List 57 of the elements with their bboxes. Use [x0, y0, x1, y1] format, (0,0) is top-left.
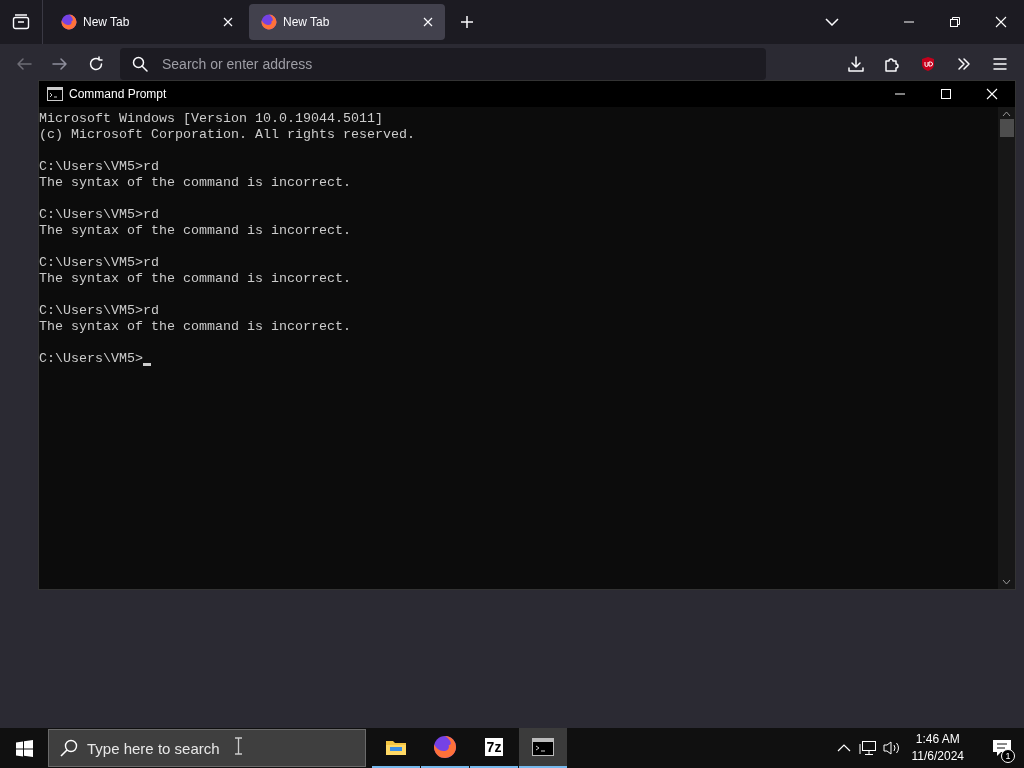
tab-list-chevron-icon: [825, 18, 839, 26]
scrollbar-thumb[interactable]: [999, 119, 1014, 137]
console-line: C:\Users\VM5>rd: [39, 255, 160, 271]
volume-icon: [882, 740, 901, 756]
search-icon: [132, 56, 148, 72]
taskbar-app-button[interactable]: [519, 728, 567, 768]
browser-tab[interactable]: New Tab: [49, 4, 245, 40]
puzzle-piece-icon: [884, 56, 900, 72]
new-tab-icon: [460, 15, 474, 29]
console-line: C:\Users\VM5>rd: [39, 207, 160, 223]
text-cursor: [143, 363, 151, 366]
console-line: The syntax of the command is incorrect.: [39, 271, 352, 287]
double-chevron-icon: [956, 56, 972, 72]
folder-icon: [385, 738, 407, 756]
network-icon: [858, 740, 877, 756]
firefox-icon: [61, 14, 77, 30]
close-icon: [995, 16, 1007, 28]
reload-icon: [88, 56, 104, 72]
address-bar[interactable]: Search or enter address: [120, 48, 766, 80]
forward-arrow-icon: [52, 56, 68, 72]
tab-close-icon[interactable]: [223, 17, 233, 27]
console-line: C:\Users\VM5>rd: [39, 303, 160, 319]
tab-overview-icon: [12, 14, 30, 30]
clock-date: 11/6/2024: [911, 748, 964, 765]
download-icon: [848, 56, 864, 72]
windows-logo-icon: [15, 739, 33, 757]
search-icon: [60, 739, 78, 757]
notification-count: 1: [1001, 749, 1015, 763]
taskbar-clock[interactable]: 1:46 AM 11/6/2024: [911, 731, 964, 765]
restore-icon: [949, 16, 961, 28]
console-line: The syntax of the command is incorrect.: [39, 223, 352, 239]
chevron-up-icon: [836, 744, 851, 752]
command-prompt-line: C:\Users\VM5>: [39, 351, 143, 367]
terminal-icon: [532, 738, 554, 756]
console-line: The syntax of the command is incorrect.: [39, 175, 352, 191]
taskbar-app-button[interactable]: 7z: [470, 728, 518, 768]
archiver-logo: 7z: [484, 738, 504, 756]
maximize-icon: [940, 88, 952, 100]
mouse-ibeam-cursor-icon: [234, 737, 243, 755]
window-title: Command Prompt: [69, 87, 168, 101]
scroll-down-icon: [1002, 579, 1011, 585]
firefox-icon: [261, 14, 277, 30]
console-line: (c) Microsoft Corporation. All rights reserved.: [39, 127, 416, 143]
console-line: The syntax of the command is incorrect.: [39, 319, 352, 335]
firefox-icon: [433, 735, 457, 759]
taskbar-search-field[interactable]: Type here to search: [48, 729, 366, 767]
menu-icon: [992, 56, 1008, 72]
console-line: Microsoft Windows [Version 10.0.19044.5011]: [39, 111, 384, 127]
back-arrow-icon: [16, 56, 32, 72]
tab-close-icon[interactable]: [423, 17, 433, 27]
terminal-icon: [47, 87, 63, 101]
shield-extension-icon: [920, 56, 936, 72]
scroll-up-icon: [1002, 111, 1011, 117]
browser-tab[interactable]: New Tab: [249, 4, 445, 40]
clock-time: 1:46 AM: [915, 731, 960, 748]
console-line: C:\Users\VM5>rd: [39, 159, 160, 175]
close-icon: [986, 88, 998, 100]
